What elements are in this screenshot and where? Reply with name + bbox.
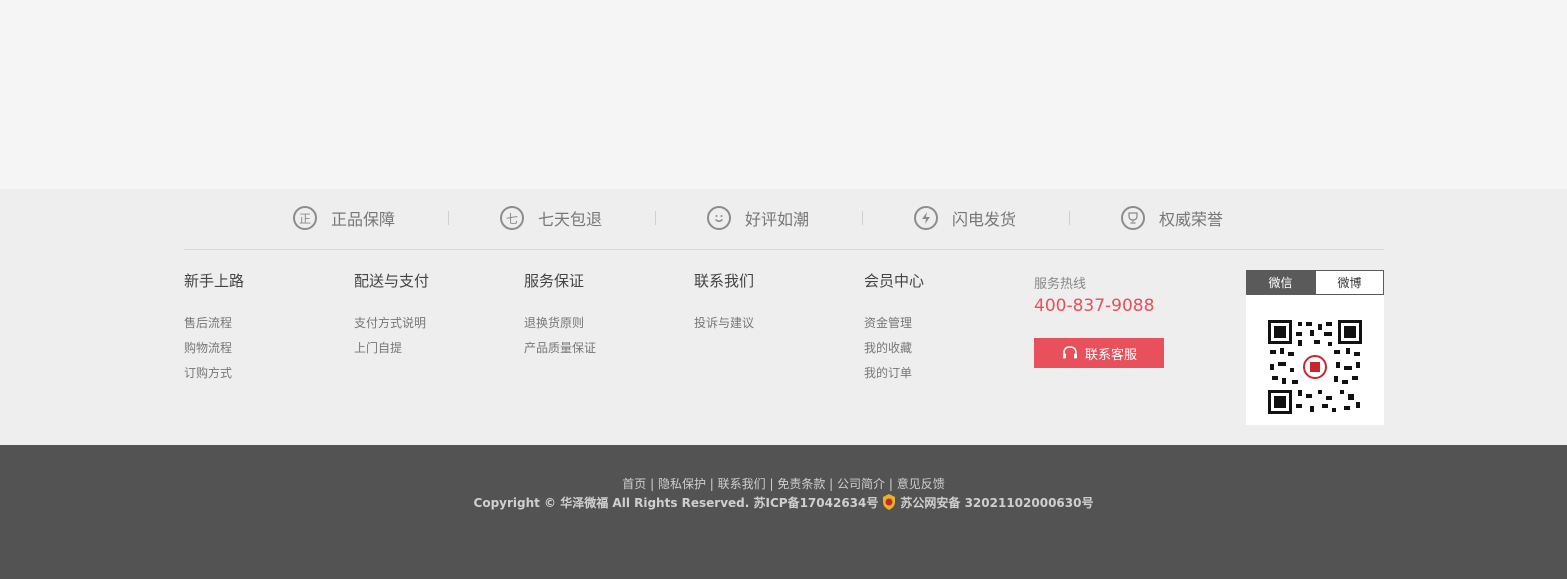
- divider: [1069, 211, 1070, 225]
- link-disclaimer[interactable]: 免责条款: [777, 477, 825, 491]
- column-title: 新手上路: [184, 272, 245, 290]
- footer-col-service: 服务保证 退换货原则 产品质量保证: [524, 271, 596, 361]
- divider: [448, 211, 449, 225]
- guarantee-label: 正品保障: [331, 210, 396, 229]
- guarantee-bar: 正 正品保障 七 七天包退 好评如潮 闪电发货 权威荣誉: [184, 189, 1384, 250]
- footer-link[interactable]: 资金管理: [864, 311, 924, 336]
- footer: 正 正品保障 七 七天包退 好评如潮 闪电发货 权威荣誉 新手上路 售后流程 购…: [0, 189, 1567, 445]
- lightning-icon: [914, 206, 938, 230]
- link-home[interactable]: 首页: [622, 477, 646, 491]
- footer-link[interactable]: 我的订单: [864, 361, 924, 386]
- footer-link[interactable]: 上门自提: [354, 336, 429, 361]
- bottom-links: 首页 | 隐私保护 | 联系我们 | 免责条款 | 公司简介 | 意见反馈: [622, 477, 945, 491]
- qr-code-image: [1268, 320, 1362, 414]
- footer-col-member: 会员中心 资金管理 我的收藏 我的订单: [864, 271, 924, 386]
- qr-tabs: 微信 微博: [1246, 270, 1384, 295]
- link-privacy[interactable]: 隐私保护: [658, 477, 706, 491]
- tab-weibo[interactable]: 微博: [1315, 270, 1384, 295]
- column-title: 服务保证: [524, 272, 585, 290]
- page-content-area: [0, 0, 1567, 189]
- link-contact[interactable]: 联系我们: [718, 477, 766, 491]
- hotline-number: 400-837-9088: [1034, 296, 1155, 316]
- footer-col-delivery: 配送与支付 支付方式说明 上门自提: [354, 271, 429, 361]
- column-title: 联系我们: [694, 272, 755, 290]
- contact-service-button[interactable]: 联系客服: [1034, 338, 1164, 368]
- divider: [862, 211, 863, 225]
- column-title: 会员中心: [864, 272, 925, 290]
- guarantee-authentic: 正 正品保障: [293, 203, 395, 233]
- headset-icon: [1062, 346, 1077, 359]
- guarantee-honors: 权威荣誉: [1121, 203, 1223, 233]
- smile-icon: [707, 206, 731, 230]
- footer-link[interactable]: 退换货原则: [524, 311, 596, 336]
- link-feedback[interactable]: 意见反馈: [897, 477, 945, 491]
- hotline-section: 服务热线 400-837-9088 联系客服: [1034, 273, 1164, 368]
- guarantee-label: 闪电发货: [952, 210, 1017, 229]
- footer-link[interactable]: 购物流程: [184, 336, 244, 361]
- footer-link[interactable]: 售后流程: [184, 311, 244, 336]
- copyright-text: Copyright © 华泽微福 All Rights Reserved. 苏I…: [473, 495, 879, 510]
- footer-link[interactable]: 产品质量保证: [524, 336, 596, 361]
- guarantee-fast-shipping: 闪电发货: [914, 203, 1016, 233]
- guarantee-seven-day-return: 七 七天包退: [500, 203, 602, 233]
- guarantee-reviews: 好评如潮: [707, 203, 809, 233]
- qr-code-panel: 微信 微博: [1246, 270, 1384, 425]
- column-title: 配送与支付: [354, 272, 430, 290]
- seven-day-icon: 七: [500, 206, 524, 230]
- trophy-icon: [1121, 206, 1145, 230]
- guarantee-label: 权威荣誉: [1159, 210, 1224, 229]
- authentic-icon: 正: [293, 206, 317, 230]
- tab-wechat[interactable]: 微信: [1246, 270, 1315, 295]
- police-record-text: 苏公网安备 32021102000630号: [900, 495, 1094, 510]
- hotline-label: 服务热线: [1034, 277, 1087, 292]
- link-about[interactable]: 公司简介: [837, 477, 885, 491]
- footer-col-contact: 联系我们 投诉与建议: [694, 271, 754, 336]
- police-badge-icon: [883, 494, 896, 510]
- footer-col-beginner: 新手上路 售后流程 购物流程 订购方式: [184, 271, 244, 386]
- guarantee-label: 七天包退: [538, 210, 603, 229]
- footer-bottom: 首页 | 隐私保护 | 联系我们 | 免责条款 | 公司简介 | 意见反馈 Co…: [0, 445, 1567, 579]
- footer-link[interactable]: 我的收藏: [864, 336, 924, 361]
- divider: [655, 211, 656, 225]
- footer-link[interactable]: 投诉与建议: [694, 311, 754, 336]
- footer-link[interactable]: 支付方式说明: [354, 311, 429, 336]
- guarantee-label: 好评如潮: [745, 210, 810, 229]
- contact-service-label: 联系客服: [1084, 347, 1137, 363]
- footer-link[interactable]: 订购方式: [184, 361, 244, 386]
- copyright: Copyright © 华泽微福 All Rights Reserved. 苏I…: [0, 493, 1567, 511]
